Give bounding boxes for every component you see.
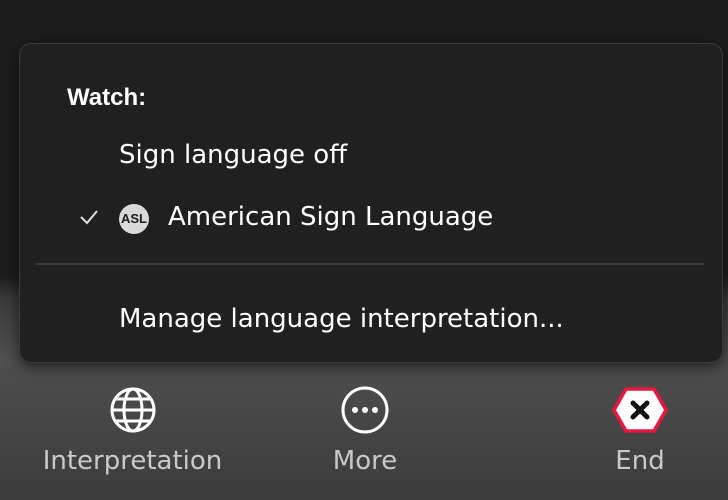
globe-icon	[110, 387, 155, 433]
end-button[interactable]: End	[585, 384, 695, 476]
menu-heading: Watch:	[67, 84, 147, 111]
end-icon	[611, 387, 669, 433]
more-icon	[341, 386, 389, 434]
menu-item-label: American Sign Language	[168, 202, 494, 232]
menu-item-american-sign-language[interactable]: ASL American Sign Language	[20, 194, 722, 244]
checkmark-icon	[80, 210, 98, 225]
interpretation-label: Interpretation	[42, 446, 223, 476]
menu-item-label: Sign language off	[119, 140, 348, 170]
menu-item-label: Manage language interpretation...	[119, 304, 564, 334]
menu-divider	[36, 263, 704, 265]
asl-badge-icon: ASL	[119, 204, 149, 234]
more-button[interactable]: More	[300, 384, 430, 476]
menu-item-sign-language-off[interactable]: Sign language off	[20, 132, 722, 182]
interpretation-button[interactable]: Interpretation	[10, 384, 255, 476]
sign-language-menu: Watch: Sign language off ASL American Si…	[19, 43, 723, 363]
menu-item-manage-interpretation[interactable]: Manage language interpretation...	[20, 296, 722, 346]
end-label: End	[615, 446, 665, 476]
more-label: More	[332, 446, 398, 476]
